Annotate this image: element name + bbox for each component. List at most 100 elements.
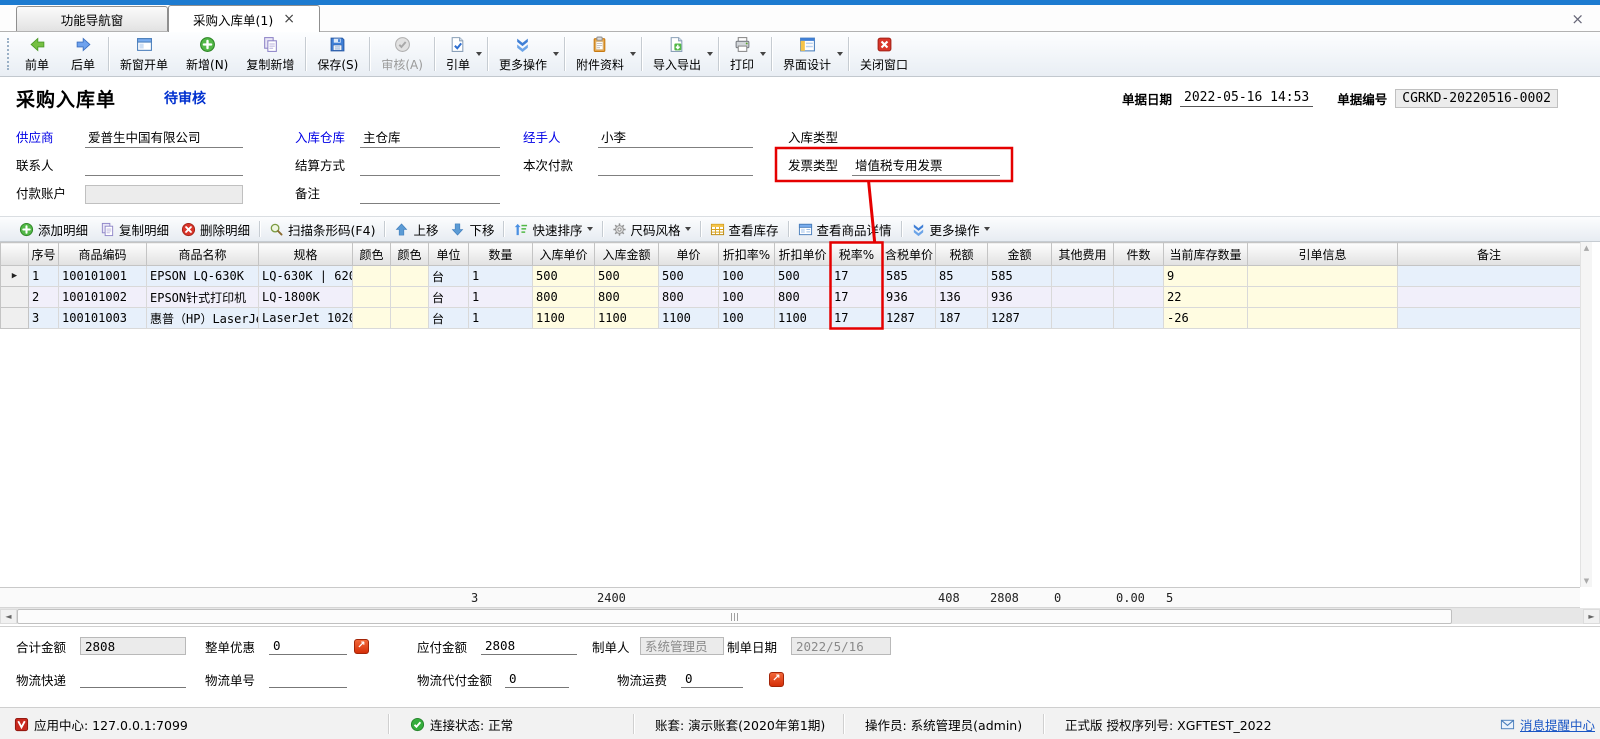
scroll-right-icon[interactable]: ► (1583, 609, 1600, 624)
grid-header-16[interactable]: 金额 (988, 243, 1052, 266)
grid-cell[interactable] (1398, 266, 1581, 287)
save-button[interactable]: 保存(S) (308, 33, 367, 75)
invoice-type-input[interactable]: 增值税专用发票 (852, 156, 1000, 176)
vertical-scrollbar[interactable]: ▲ ▼ (1580, 242, 1592, 587)
message-center-link[interactable]: 消息提醒中心 (1500, 715, 1595, 734)
grid-cell[interactable]: 85 (936, 266, 988, 287)
grid-cell[interactable]: 17 (831, 266, 883, 287)
grid-cell[interactable] (1052, 266, 1114, 287)
grid-cell[interactable] (1114, 266, 1164, 287)
grid-header-0[interactable]: 序号 (29, 243, 59, 266)
delete-detail-button[interactable]: 删除明细 (175, 218, 256, 241)
grid-cell[interactable] (1052, 287, 1114, 308)
size-style-button[interactable]: 尺码风格 (606, 218, 697, 241)
grid-cell[interactable]: LQ-630K | 620K (259, 266, 353, 287)
quick-edit-icon[interactable]: ↗ (354, 639, 369, 654)
grid-header-10[interactable]: 单价 (659, 243, 719, 266)
logistics-no-input[interactable] (269, 670, 347, 688)
grid-header-20[interactable]: 引单信息 (1248, 243, 1398, 266)
payment-now-input[interactable] (598, 156, 753, 176)
grid-cell[interactable]: 500 (775, 266, 831, 287)
grid-cell[interactable]: 1 (469, 308, 533, 329)
copy-detail-button[interactable]: 复制明细 (94, 218, 175, 241)
logistics-freight-input[interactable]: 0 (681, 670, 743, 688)
grid-cell[interactable]: 100101003 (59, 308, 147, 329)
ref-doc-button[interactable]: 引单 (437, 33, 485, 75)
add-detail-button[interactable]: 添加明细 (13, 218, 94, 241)
grid-cell[interactable]: 9 (1164, 266, 1248, 287)
tabstrip-close-icon[interactable]: × (1571, 12, 1584, 27)
add-new-button[interactable]: 新增(N) (177, 33, 237, 75)
grid-cell[interactable]: 台 (429, 266, 469, 287)
grid-cell[interactable]: 1287 (883, 308, 936, 329)
grid-cell[interactable]: LQ-1800K (259, 287, 353, 308)
grid-cell[interactable]: 1100 (595, 308, 659, 329)
scroll-down-icon[interactable]: ▼ (1584, 575, 1589, 587)
grid-header-13[interactable]: 税率% (831, 243, 883, 266)
grid-header-4[interactable]: 颜色 (353, 243, 391, 266)
new-window-order-button[interactable]: 新窗开单 (111, 33, 177, 75)
warehouse-input[interactable]: 主仓库 (360, 128, 500, 148)
grid-cell[interactable]: -26 (1164, 308, 1248, 329)
doc-date-field[interactable]: 2022-05-16 14:53 (1180, 89, 1313, 107)
grid-cell[interactable]: LaserJet 1020 (259, 308, 353, 329)
horizontal-scrollbar[interactable]: ◄ ► (0, 608, 1600, 624)
more-detail-actions-button[interactable]: 更多操作 (905, 218, 996, 241)
prev-doc-button[interactable]: 前单 (14, 33, 60, 75)
move-up-button[interactable]: 上移 (388, 218, 444, 241)
grid-cell[interactable]: 100101001 (59, 266, 147, 287)
scroll-up-icon[interactable]: ▲ (1584, 242, 1589, 254)
stock-in-type-input[interactable] (852, 128, 1000, 148)
grid-cell[interactable]: 17 (831, 287, 883, 308)
grid-cell[interactable]: 936 (883, 287, 936, 308)
grid-cell[interactable]: 100 (719, 308, 775, 329)
next-doc-button[interactable]: 后单 (60, 33, 106, 75)
grid-cell[interactable]: 500 (659, 266, 719, 287)
grid-header-9[interactable]: 入库金额 (595, 243, 659, 266)
logistics-express-input[interactable] (80, 670, 186, 688)
grid-cell[interactable]: 187 (936, 308, 988, 329)
toolbar-grip-handle[interactable] (7, 38, 11, 70)
quick-edit-icon[interactable]: ↗ (769, 672, 784, 687)
grid-header-17[interactable]: 其他费用 (1052, 243, 1114, 266)
order-discount-input[interactable]: 0 (269, 637, 347, 655)
grid-cell[interactable] (1114, 287, 1164, 308)
scrollbar-track[interactable] (1452, 609, 1583, 624)
print-button[interactable]: 打印 (721, 33, 769, 75)
tab-purchase-inbound[interactable]: 采购入库单(1) × (168, 5, 320, 32)
grid-cell[interactable]: 800 (775, 287, 831, 308)
grid-cell[interactable] (1114, 308, 1164, 329)
remark-input[interactable] (360, 184, 500, 204)
import-export-button[interactable]: 导入导出 (644, 33, 716, 75)
more-actions-button[interactable]: 更多操作 (490, 33, 562, 75)
grid-cell[interactable]: 936 (988, 287, 1052, 308)
grid-cell[interactable]: 136 (936, 287, 988, 308)
grid-cell[interactable]: EPSON LQ-630K (147, 266, 259, 287)
contact-input[interactable] (85, 156, 243, 176)
grid-header-11[interactable]: 折扣率% (719, 243, 775, 266)
grid-cell[interactable] (391, 287, 429, 308)
grid-cell[interactable]: 1100 (659, 308, 719, 329)
tab-close-icon[interactable]: × (283, 12, 295, 26)
move-down-button[interactable]: 下移 (444, 218, 500, 241)
grid-cell[interactable]: 惠普（HP）LaserJet (147, 308, 259, 329)
grid-header-1[interactable]: 商品编码 (59, 243, 147, 266)
grid-header-19[interactable]: 当前库存数量 (1164, 243, 1248, 266)
view-stock-button[interactable]: 查看库存 (704, 218, 785, 241)
grid-cell[interactable] (353, 287, 391, 308)
grid-cell[interactable]: 台 (429, 308, 469, 329)
grid-cell[interactable]: 500 (595, 266, 659, 287)
grid-cell[interactable] (1398, 308, 1581, 329)
grid-cell[interactable] (391, 308, 429, 329)
grid-cell[interactable]: 100 (719, 287, 775, 308)
supplier-input[interactable]: 爱普生中国有限公司 (85, 128, 243, 148)
grid-cell[interactable]: 1 (469, 287, 533, 308)
grid-cell[interactable] (391, 266, 429, 287)
grid-cell[interactable]: 1 (469, 266, 533, 287)
grid-header-5[interactable]: 颜色 (391, 243, 429, 266)
grid-cell[interactable]: 800 (533, 287, 595, 308)
grid-cell[interactable]: 585 (883, 266, 936, 287)
payable-amount-input[interactable]: 2808 (481, 637, 577, 655)
grid-cell[interactable]: 2 (29, 287, 59, 308)
scan-barcode-button[interactable]: 扫描条形码(F4) (263, 218, 381, 241)
